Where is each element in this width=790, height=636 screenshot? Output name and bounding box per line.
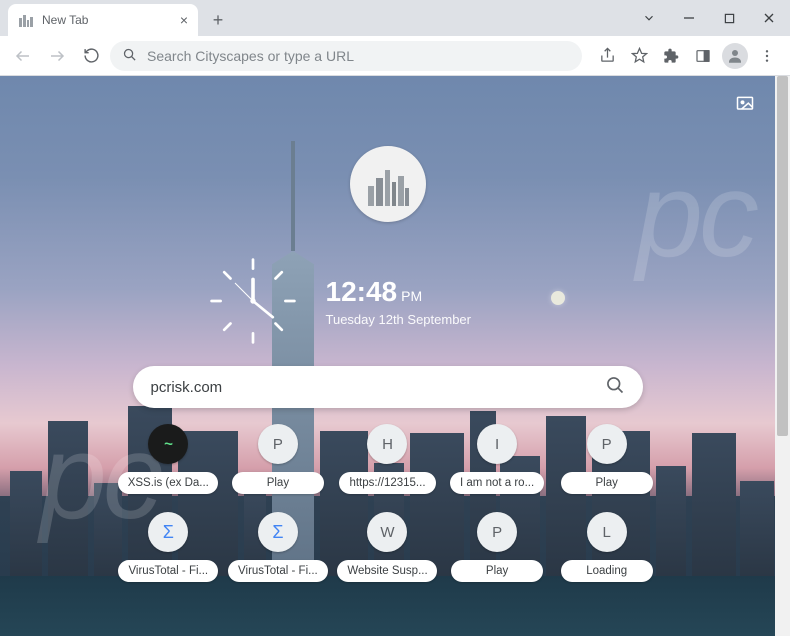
shortcut-tile[interactable]: Hhttps://12315... <box>337 424 439 494</box>
search-icon <box>122 47 137 65</box>
wallpaper-icon[interactable] <box>731 92 759 116</box>
tab-favicon <box>18 12 34 28</box>
shortcut-icon: P <box>258 424 298 464</box>
shortcut-label: Play <box>232 472 324 494</box>
clock-date: Tuesday 12th September <box>326 312 472 327</box>
window-close-button[interactable] <box>752 4 786 32</box>
shortcut-label: VirusTotal - Fi... <box>228 560 328 582</box>
new-tab-button[interactable]: + <box>204 6 232 34</box>
bookmark-star-icon[interactable] <box>624 41 654 71</box>
shortcut-label: VirusTotal - Fi... <box>118 560 218 582</box>
shortcut-tile[interactable]: P Play <box>556 424 658 494</box>
shortcut-tile[interactable]: Σ VirusTotal - Fi... <box>118 512 220 582</box>
nav-reload-button[interactable] <box>76 41 106 71</box>
shortcut-icon: Σ <box>258 512 298 552</box>
nav-back-button[interactable] <box>8 41 38 71</box>
window-minimize-button[interactable] <box>672 4 706 32</box>
shortcut-label: Loading <box>561 560 653 582</box>
browser-tab[interactable]: New Tab × <box>8 4 198 36</box>
sidepanel-icon[interactable] <box>688 41 718 71</box>
chevron-down-icon[interactable] <box>632 4 666 32</box>
clock-time: 12:48PM <box>326 276 472 308</box>
vertical-scrollbar[interactable] <box>775 76 790 636</box>
shortcut-icon: P <box>477 512 517 552</box>
clock-widget: 12:48PM Tuesday 12th September <box>208 256 568 346</box>
kebab-menu-icon[interactable] <box>752 41 782 71</box>
shortcut-label: Play <box>561 472 653 494</box>
page-search-bar[interactable] <box>133 366 643 408</box>
shortcut-tile[interactable]: P Play <box>446 512 548 582</box>
scrollbar-thumb[interactable] <box>777 76 788 436</box>
search-icon[interactable] <box>605 375 625 400</box>
extension-logo <box>350 146 426 222</box>
shortcut-icon: L <box>587 512 627 552</box>
analog-clock <box>208 256 298 346</box>
window-titlebar: New Tab × + <box>0 0 790 36</box>
window-maximize-button[interactable] <box>712 4 746 32</box>
new-tab-page: pc pc <box>0 76 775 636</box>
shortcut-label: I am not a ro... <box>450 472 544 494</box>
shortcut-tile[interactable]: I I am not a ro... <box>446 424 548 494</box>
tab-close-icon[interactable]: × <box>180 13 188 27</box>
extensions-icon[interactable] <box>656 41 686 71</box>
nav-forward-button[interactable] <box>42 41 72 71</box>
shortcut-icon: I <box>477 424 517 464</box>
shortcut-label: Play <box>451 560 543 582</box>
shortcut-label: Website Susp... <box>337 560 437 582</box>
shortcut-tile[interactable]: Σ VirusTotal - Fi... <box>227 512 329 582</box>
share-icon[interactable] <box>592 41 622 71</box>
shortcut-tile[interactable]: W Website Susp... <box>337 512 439 582</box>
shortcut-tile[interactable]: P Play <box>227 424 329 494</box>
shortcuts-grid: ~XSS.is (ex Da...PPlayHhttps://12315...I… <box>118 424 658 582</box>
shortcut-label: XSS.is (ex Da... <box>118 472 218 494</box>
address-bar[interactable]: Search Cityscapes or type a URL <box>110 41 582 71</box>
address-bar-placeholder: Search Cityscapes or type a URL <box>147 48 354 64</box>
shortcut-icon: P <box>587 424 627 464</box>
shortcut-icon: W <box>367 512 407 552</box>
shortcut-label: https://12315... <box>339 472 435 494</box>
tab-title: New Tab <box>42 13 88 27</box>
shortcut-icon: ~ <box>148 424 188 464</box>
profile-avatar-button[interactable] <box>720 41 750 71</box>
page-search-input[interactable] <box>151 379 605 396</box>
shortcut-tile[interactable]: L Loading <box>556 512 658 582</box>
shortcut-icon: Σ <box>148 512 188 552</box>
browser-toolbar: Search Cityscapes or type a URL <box>0 36 790 76</box>
shortcut-icon: H <box>367 424 407 464</box>
shortcut-tile[interactable]: ~ XSS.is (ex Da... <box>118 424 220 494</box>
